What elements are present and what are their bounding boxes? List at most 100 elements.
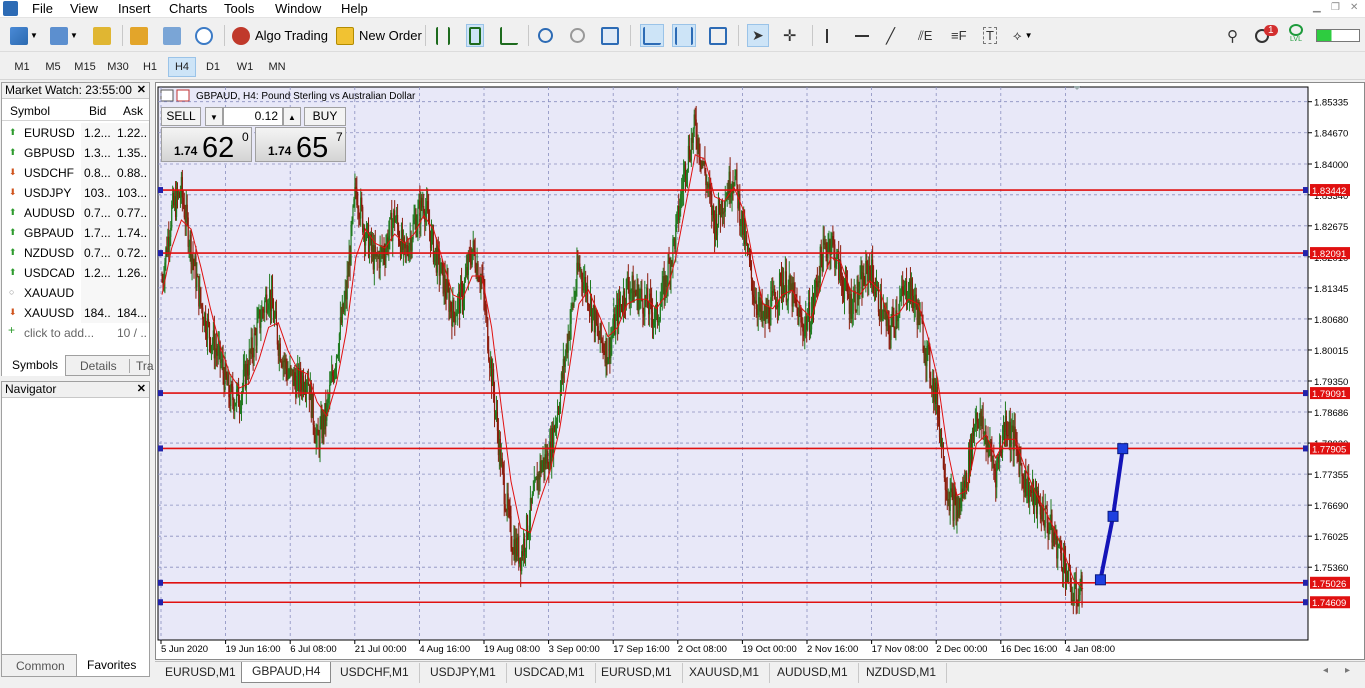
timeframe-m5[interactable]: M5 — [40, 57, 66, 77]
symbol-row-xauaud[interactable]: ○ XAUAUD — [2, 283, 149, 303]
candlestick-chart-button[interactable] — [466, 24, 484, 47]
autoscroll-button[interactable] — [640, 24, 664, 47]
new-order-button[interactable]: New Order — [336, 24, 422, 47]
algo-trading-button[interactable]: Algo Trading — [232, 24, 328, 47]
buy-price-button[interactable]: 1.74 65 7 — [255, 127, 346, 163]
price-chart[interactable]: GBPAUD, H4: Pound Sterling vs Australian… — [156, 83, 1364, 659]
text-button[interactable]: T — [983, 24, 997, 47]
templates-button[interactable] — [709, 24, 727, 47]
vps-button[interactable] — [195, 24, 213, 47]
fibonacci-button[interactable]: ≡F — [951, 24, 967, 47]
menu-tools[interactable]: Tools — [224, 1, 254, 17]
symbol-row-xauusd[interactable]: ⬇ XAUUSD 184... 184... — [2, 303, 149, 323]
line-chart-button[interactable] — [500, 24, 518, 47]
column-symbol[interactable]: Symbol — [10, 104, 50, 118]
lot-decrease-button[interactable]: ▼ — [205, 107, 223, 126]
menu-view[interactable]: View — [70, 1, 98, 17]
column-ask[interactable]: Ask — [123, 104, 143, 118]
tab-favorites[interactable]: Favorites — [76, 654, 149, 676]
column-bid[interactable]: Bid — [89, 104, 106, 118]
notifications-button[interactable]: 1 — [1255, 24, 1278, 47]
new-chart-button[interactable]: ▼ — [10, 24, 38, 47]
cursor-button[interactable]: ➤ — [747, 24, 769, 47]
zoom-out-button[interactable] — [570, 24, 585, 47]
symbol-row-usdchf[interactable]: ⬇ USDCHF 0.8... 0.88... — [2, 163, 149, 183]
tile-windows-button[interactable] — [601, 24, 619, 47]
menu-window[interactable]: Window — [275, 1, 321, 17]
vertical-line-button[interactable] — [826, 24, 828, 47]
menu-charts[interactable]: Charts — [169, 1, 207, 17]
symbol-row-usdcad[interactable]: ⬆ USDCAD 1.2... 1.26... — [2, 263, 149, 283]
candle-body — [564, 355, 566, 367]
symbol-row-audusd[interactable]: ⬆ AUDUSD 0.7... 0.77... — [2, 203, 149, 223]
candle-body — [991, 449, 993, 461]
tab-details[interactable]: Details — [80, 359, 117, 373]
chart-tab[interactable]: USDCHF,M1 — [330, 663, 420, 683]
profiles-button[interactable]: ▼ — [50, 24, 78, 47]
symbol-row-nzdusd[interactable]: ⬆ NZDUSD 0.7... 0.72... — [2, 243, 149, 263]
zoom-in-button[interactable] — [538, 24, 553, 47]
close-icon[interactable]: ✕ — [1350, 1, 1358, 15]
lot-increase-button[interactable]: ▲ — [283, 107, 301, 126]
menu-file[interactable]: File — [32, 1, 53, 17]
menu-help[interactable]: Help — [341, 1, 368, 17]
chart-tab[interactable]: NZDUSD,M1 — [856, 663, 948, 683]
timeframe-mn[interactable]: MN — [264, 57, 290, 77]
restore-icon[interactable]: ❐ — [1331, 1, 1340, 15]
candle-body — [627, 276, 629, 290]
chart-tab[interactable]: USDJPY,M1 — [420, 663, 507, 683]
minimize-icon[interactable]: ▁ — [1313, 1, 1321, 15]
symbol-row-gbpaud[interactable]: ⬆ GBPAUD 1.7... 1.74... — [2, 223, 149, 243]
candle-body — [220, 361, 222, 363]
chart-tab-active[interactable]: GBPAUD,H4 — [241, 662, 332, 683]
horizontal-line-button[interactable] — [855, 24, 869, 47]
chart-shift-button[interactable] — [672, 24, 696, 47]
search-button[interactable]: ⚲ — [1227, 24, 1238, 47]
chart-window[interactable]: GBPAUD, H4: Pound Sterling vs Australian… — [155, 82, 1365, 660]
timeframe-w1[interactable]: W1 — [232, 57, 258, 77]
lot-size-input[interactable]: 0.12 — [223, 107, 283, 126]
symbol-row-eurusd[interactable]: ⬆ EURUSD 1.2... 1.22... — [2, 123, 149, 143]
market-button[interactable] — [130, 24, 148, 47]
chart-tab[interactable]: EURUSD,M1 — [591, 663, 683, 683]
candle-body — [630, 289, 632, 294]
candle-body — [411, 239, 413, 251]
level-handle-right — [1303, 579, 1308, 586]
navigator-close-icon[interactable]: ✕ — [137, 382, 146, 397]
tab-symbols[interactable]: Symbols — [2, 355, 66, 376]
candle-body — [942, 442, 944, 469]
signal-strength-button[interactable]: LVL — [1289, 24, 1303, 47]
timeframe-h4[interactable]: H4 — [168, 57, 196, 77]
timeframe-h1[interactable]: H1 — [137, 57, 163, 77]
add-symbol-row[interactable]: + click to add... 10 / ... — [2, 323, 149, 343]
buy-button[interactable]: BUY — [304, 107, 346, 126]
scroll-left-icon[interactable]: ◂ — [1323, 665, 1328, 676]
trendline-button[interactable]: ╱ — [886, 24, 895, 47]
market-watch-close-icon[interactable]: ✕ — [137, 83, 146, 98]
chart-tab[interactable]: XAUUSD,M1 — [679, 663, 771, 683]
timeframe-m30[interactable]: M30 — [104, 57, 132, 77]
chart-tab[interactable]: AUDUSD,M1 — [767, 663, 859, 683]
tab-common[interactable]: Common — [16, 659, 65, 673]
sell-price-button[interactable]: 1.74 62 0 — [161, 127, 252, 163]
shapes-button[interactable]: ⟡ ▼ — [1013, 24, 1033, 47]
bid-value: 103.... — [84, 186, 110, 200]
candle-body — [675, 224, 677, 250]
equidistant-channel-button[interactable]: ⫽E — [918, 24, 932, 47]
chart-shift-icon — [675, 26, 693, 45]
timeframe-m1[interactable]: M1 — [9, 57, 35, 77]
crosshair-button[interactable]: ✛ — [783, 24, 796, 47]
symbol-row-gbpusd[interactable]: ⬆ GBPUSD 1.3... 1.35... — [2, 143, 149, 163]
menu-insert[interactable]: Insert — [118, 1, 151, 17]
chart-tab[interactable]: USDCAD,M1 — [504, 663, 596, 683]
tab-trading[interactable]: Tra — [129, 359, 154, 373]
signals-button[interactable] — [163, 24, 181, 47]
chart-tab[interactable]: EURUSD,M1 — [155, 663, 247, 683]
bar-chart-button[interactable] — [436, 24, 450, 47]
timeframe-d1[interactable]: D1 — [200, 57, 226, 77]
data-window-button[interactable] — [93, 24, 111, 47]
symbol-row-usdjpy[interactable]: ⬇ USDJPY 103.... 103.... — [2, 183, 149, 203]
timeframe-m15[interactable]: M15 — [71, 57, 99, 77]
sell-button[interactable]: SELL — [161, 107, 201, 126]
scroll-right-icon[interactable]: ▸ — [1345, 665, 1350, 676]
